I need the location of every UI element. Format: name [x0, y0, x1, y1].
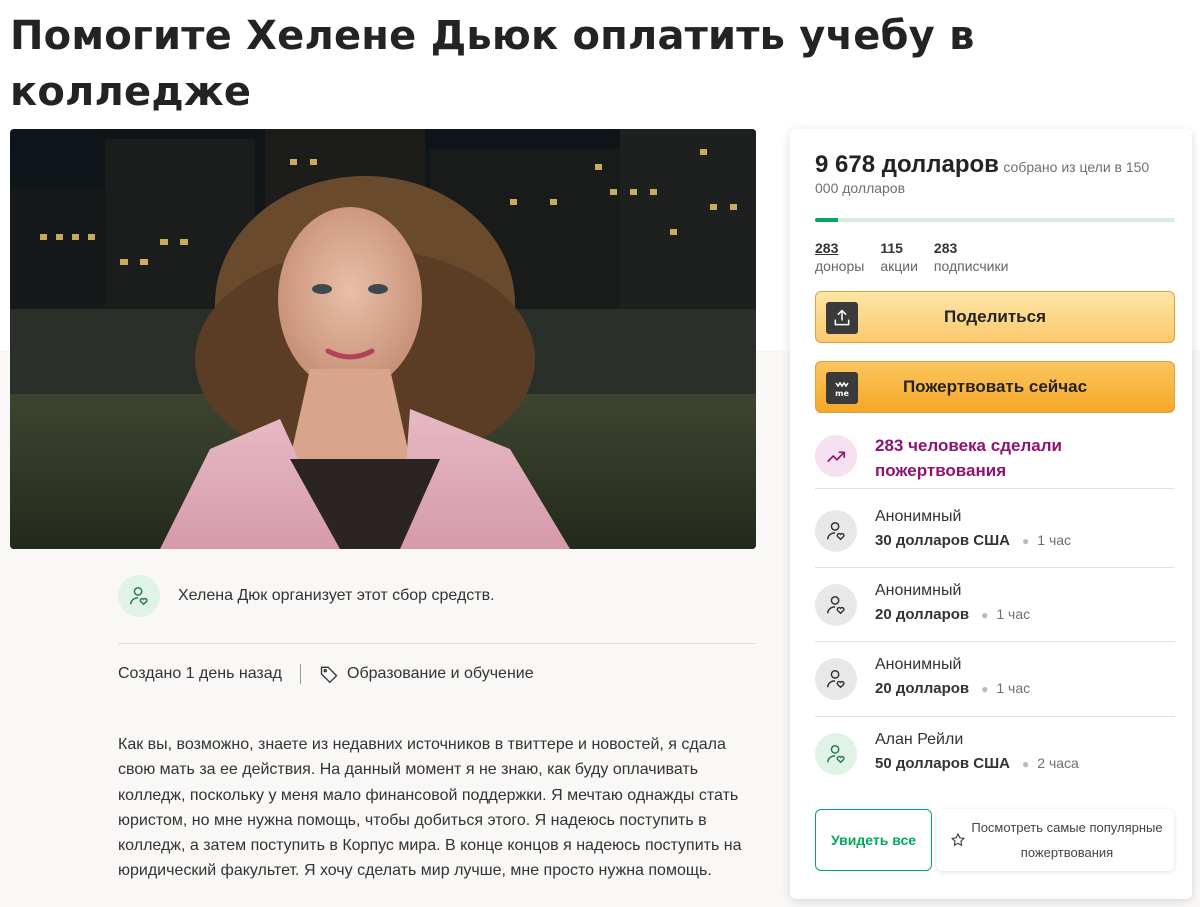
- category-link[interactable]: Образование и обучение: [347, 665, 534, 683]
- created-date: Создано 1 день назад: [118, 665, 282, 682]
- donor-avatar-icon: [815, 584, 857, 626]
- share-button[interactable]: Поделиться: [815, 291, 1175, 343]
- donation-trend: 283 человека сделали пожертвования: [815, 435, 1105, 483]
- donation-amount: 20 долларов: [875, 606, 970, 623]
- divider: [815, 488, 1175, 489]
- donor-name: Алан Рейли: [875, 731, 964, 748]
- top-donations-label: Посмотреть самые популярные пожертвовани…: [971, 820, 1163, 860]
- donation-item: Алан Рейли 50 долларов США ● 2 часа: [815, 730, 1175, 790]
- donation-amount: 30 долларов США: [875, 532, 1011, 549]
- share-button-label: Поделиться: [943, 307, 1047, 326]
- trend-text: 283 человека сделали пожертвования: [875, 436, 1062, 480]
- page-title: Помогите Хелене Дьюк оплатить учебу в ко…: [10, 13, 975, 115]
- donation-card: 9 678 долларов собрано из цели в 150 000…: [790, 129, 1192, 899]
- donor-name: Анонимный: [875, 508, 962, 525]
- donate-button[interactable]: me Пожертвовать сейчас: [815, 361, 1175, 413]
- divider: [815, 641, 1175, 642]
- donation-amount: 50 долларов США: [875, 755, 1011, 772]
- see-all-label: Увидеть все: [830, 832, 917, 848]
- raised-amount: 9 678 долларов: [815, 151, 999, 178]
- stat-followers: 283 подписчики: [934, 239, 1009, 275]
- organizer-avatar: [118, 575, 160, 617]
- stat-value: 115: [880, 240, 903, 256]
- donation-item: Анонимный 20 долларов ● 1 час: [815, 581, 1175, 641]
- donation-time: 1 час: [996, 606, 1031, 622]
- tag-icon: [319, 664, 339, 684]
- stat-donors[interactable]: 283 доноры: [815, 239, 864, 275]
- organizer-text: Хелена Дюк организует этот сбор средств.: [178, 587, 495, 604]
- donation-item: Анонимный 20 долларов ● 1 час: [815, 655, 1175, 715]
- donation-time: 2 часа: [1037, 755, 1079, 771]
- donation-item: Анонимный 30 долларов США ● 1 час: [815, 507, 1175, 567]
- dot-separator: ●: [1022, 757, 1030, 771]
- donor-avatar-icon: [815, 510, 857, 552]
- stat-label: подписчики: [933, 258, 1009, 274]
- dot-separator: ●: [981, 682, 989, 696]
- donor-avatar-icon: [815, 733, 857, 775]
- donation-time: 1 час: [1037, 532, 1072, 548]
- meta-separator: [300, 664, 301, 684]
- divider: [815, 567, 1175, 568]
- progress-fill: [815, 218, 839, 222]
- share-icon: [826, 302, 858, 334]
- divider: [118, 643, 755, 644]
- trending-icon: [815, 435, 857, 477]
- stat-value: 283: [815, 240, 839, 256]
- see-all-button[interactable]: Увидеть все: [815, 809, 932, 871]
- stat-label: доноры: [815, 258, 865, 274]
- star-icon: [950, 832, 966, 848]
- donor-avatar-icon: [815, 658, 857, 700]
- stat-shares: 115 акции: [880, 239, 918, 275]
- donate-icon-text: me: [835, 389, 849, 398]
- campaign-story: Как вы, возможно, знаете из недавних ист…: [118, 736, 742, 880]
- raised-summary: 9 678 долларов собрано из цели в 150 000…: [815, 153, 1165, 199]
- gofundme-logo-icon: me: [826, 372, 858, 404]
- campaign-photo: [10, 129, 756, 549]
- top-donations-button[interactable]: Посмотреть самые популярные пожертвовани…: [936, 809, 1174, 871]
- dot-separator: ●: [1022, 534, 1030, 548]
- donation-time: 1 час: [996, 680, 1031, 696]
- person-heart-icon: [130, 587, 148, 606]
- donor-name: Анонимный: [875, 656, 962, 673]
- stats-row: 283 доноры 115 акции 283 подписчики: [815, 239, 1024, 275]
- progress-bar: [815, 218, 1175, 222]
- donation-amount: 20 долларов: [875, 680, 970, 697]
- donate-button-label: Пожертвовать сейчас: [902, 377, 1088, 396]
- campaign-meta: Создано 1 день назад Образование и обуче…: [118, 664, 534, 684]
- stat-label: акции: [880, 258, 918, 274]
- donor-name: Анонимный: [875, 582, 962, 599]
- stat-value: 283: [933, 240, 958, 256]
- dot-separator: ●: [981, 608, 989, 622]
- divider: [815, 716, 1175, 717]
